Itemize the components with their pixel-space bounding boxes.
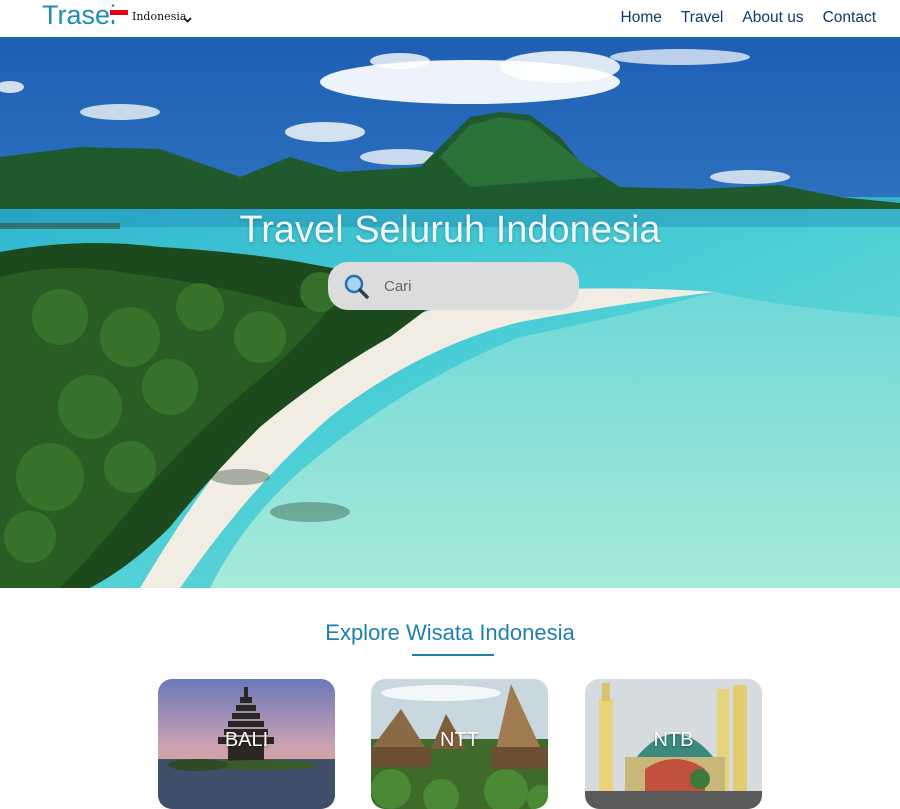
nav-link-about-us[interactable]: About us	[742, 9, 803, 27]
destination-card-bali[interactable]: BALI	[158, 679, 335, 809]
nav-link-contact[interactable]: Contact	[823, 9, 876, 27]
destination-card-ntt[interactable]: NTT	[371, 679, 548, 809]
card-label: NTB	[653, 729, 694, 751]
hero-background-image	[0, 37, 900, 588]
navbar: Trasei Indonesia Home Travel About us Co…	[0, 0, 900, 37]
section-heading: Explore Wisata Indonesia	[325, 620, 575, 645]
destination-card-ntb[interactable]: NTB	[585, 679, 762, 809]
nav-links: Home Travel About us Contact	[621, 9, 876, 27]
card-label: BALI	[224, 729, 269, 751]
nav-link-home[interactable]: Home	[621, 9, 662, 27]
search-input[interactable]: Cari	[384, 278, 412, 295]
chevron-down-icon[interactable]	[182, 14, 193, 25]
heading-underline	[412, 654, 494, 656]
hero-banner: Travel Seluruh Indonesia Cari	[0, 37, 900, 588]
logo[interactable]: Trasei	[42, 0, 116, 31]
hero-title: Travel Seluruh Indonesia	[239, 209, 661, 251]
search-bar[interactable]: Cari	[328, 262, 579, 310]
nav-link-travel[interactable]: Travel	[681, 9, 724, 27]
country-selector-label[interactable]: Indonesia	[132, 10, 186, 23]
indonesia-flag-icon	[110, 10, 128, 20]
card-label: NTT	[440, 729, 479, 751]
magnifier-icon	[344, 274, 369, 299]
